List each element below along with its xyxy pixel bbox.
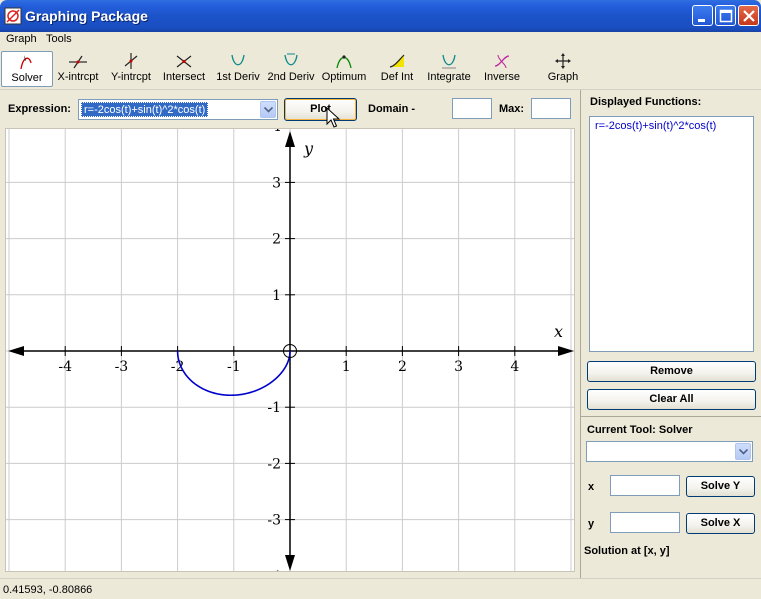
displayed-functions-list[interactable]: r=-2cos(t)+sin(t)^2*cos(t) [589, 116, 754, 352]
solve-x-button[interactable]: Solve X [686, 513, 755, 534]
solver-icon [20, 55, 32, 70]
expression-value[interactable]: r=-2cos(t)+sin(t)^2*cos(t) [81, 102, 209, 117]
remove-button[interactable]: Remove [587, 361, 756, 382]
clear-all-button[interactable]: Clear All [587, 389, 756, 410]
tool-solver[interactable]: Solver [1, 51, 53, 87]
maximize-button[interactable] [715, 5, 736, 26]
cursor-coordinates: 0.41593, -0.80866 [3, 584, 93, 596]
x-axis-label: x [554, 322, 563, 341]
tool-graph-label: Graph [547, 71, 579, 83]
x-tick-label: 3 [454, 359, 463, 375]
current-tool-label: Current Tool: Solver [587, 424, 693, 436]
y-tick-label: -2 [267, 456, 281, 472]
integrate-icon [442, 54, 456, 69]
chevron-down-icon [264, 107, 273, 113]
tool-integrate-label: Integrate [427, 71, 471, 83]
tool-definite-integral[interactable]: Def Int [377, 51, 417, 87]
optimum-icon [336, 55, 352, 69]
y-tick-label: 2 [272, 232, 281, 248]
tool-y-intercept-label: Y-intrcpt [111, 71, 151, 83]
expression-label: Expression: [8, 103, 71, 115]
definite-integral-icon [389, 54, 405, 68]
solve-y-button[interactable]: Solve Y [686, 476, 755, 497]
menu-graph[interactable]: Graph [4, 33, 39, 45]
window-title: Graphing Package [25, 8, 148, 24]
app-icon [4, 7, 22, 25]
y-tick-label: 3 [272, 175, 281, 191]
mouse-cursor-icon [326, 107, 341, 128]
y-axis-bottom-arrow [285, 555, 295, 571]
tool-first-derivative-label: 1st Deriv [216, 71, 260, 83]
x-tick-label: 4 [510, 359, 519, 375]
y-axis-top-arrow [285, 131, 295, 147]
tool-options-select[interactable] [586, 441, 753, 462]
minimize-button[interactable] [692, 5, 713, 26]
tool-options-dropdown-button[interactable] [735, 443, 751, 460]
section-divider [580, 416, 761, 417]
y-tick-label: -4 [267, 569, 281, 572]
y-tick-label: -1 [267, 400, 281, 416]
y-tick-label: -3 [267, 513, 281, 529]
y-tick-label: 1 [272, 288, 281, 304]
title-bar: Graphing Package [0, 0, 761, 32]
x-input[interactable] [610, 475, 680, 496]
y-tick-label: 4 [272, 129, 281, 135]
second-derivative-icon [284, 53, 298, 66]
menu-bar: Graph Tools [0, 32, 761, 49]
graph-canvas[interactable]: -4 -3 -2 -1 1 2 3 4 4 3 2 1 -1 -2 -3 -4 x y [5, 128, 575, 572]
tool-inverse[interactable]: Inverse [482, 51, 522, 87]
expression-dropdown-button[interactable] [260, 101, 276, 118]
y-input[interactable] [610, 512, 680, 533]
tool-optimum-label: Optimum [321, 71, 367, 83]
domain-label: Domain - [368, 103, 416, 115]
x-tick-label: 2 [398, 359, 407, 375]
domain-min-input[interactable] [452, 98, 492, 119]
tool-second-derivative-label: 2nd Deriv [267, 71, 315, 83]
y-axis-label: y [303, 139, 314, 158]
x-axis-left-arrow [8, 346, 24, 356]
tool-inverse-label: Inverse [483, 71, 521, 83]
x-intercept-icon [69, 55, 87, 69]
tool-x-intercept[interactable]: X-intrcpt [56, 51, 100, 87]
y-label: y [588, 518, 595, 530]
tool-intersect-label: Intersect [162, 71, 206, 83]
panel-divider [580, 90, 581, 578]
tool-graph[interactable]: Graph [545, 51, 581, 87]
tool-second-derivative[interactable]: 2nd Deriv [266, 51, 316, 87]
first-derivative-icon [231, 54, 245, 66]
close-button[interactable] [738, 5, 759, 26]
intersect-icon [176, 55, 192, 68]
max-label: Max: [499, 103, 525, 115]
graph-pan-icon [555, 53, 571, 69]
chevron-down-icon [739, 449, 748, 455]
displayed-functions-label: Displayed Functions: [590, 96, 702, 108]
tool-intersect[interactable]: Intersect [161, 51, 207, 87]
expression-combobox[interactable]: r=-2cos(t)+sin(t)^2*cos(t) [78, 99, 278, 120]
toolbar: Solver X-intrcpt Y-intrcpt Intersect 1st… [0, 49, 761, 90]
x-tick-label: 1 [342, 359, 351, 375]
x-tick-label: -4 [58, 359, 72, 375]
status-bar: 0.41593, -0.80866 [0, 578, 761, 599]
tool-first-derivative[interactable]: 1st Deriv [215, 51, 261, 87]
x-tick-label: -1 [227, 359, 241, 375]
x-tick-label: -3 [115, 359, 129, 375]
tool-y-intercept[interactable]: Y-intrcpt [108, 51, 154, 87]
x-label: x [588, 481, 595, 493]
domain-max-input[interactable] [531, 98, 571, 119]
solution-label: Solution at [x, y] [584, 545, 670, 557]
tool-optimum[interactable]: Optimum [321, 51, 367, 87]
tool-solver-label: Solver [11, 72, 43, 84]
menu-tools[interactable]: Tools [44, 33, 74, 45]
x-axis-right-arrow [558, 346, 574, 356]
x-tick-label: -2 [171, 359, 185, 375]
function-list-item[interactable]: r=-2cos(t)+sin(t)^2*cos(t) [595, 120, 716, 132]
tool-definite-integral-label: Def Int [380, 71, 414, 83]
tool-x-intercept-label: X-intrcpt [57, 71, 99, 83]
inverse-icon [494, 54, 510, 69]
plot-button[interactable]: Plot [284, 98, 357, 121]
graph-plot[interactable]: -4 -3 -2 -1 1 2 3 4 4 3 2 1 -1 -2 -3 -4 x y [6, 129, 575, 572]
y-intercept-icon [124, 53, 138, 69]
tool-integrate[interactable]: Integrate [426, 51, 472, 87]
